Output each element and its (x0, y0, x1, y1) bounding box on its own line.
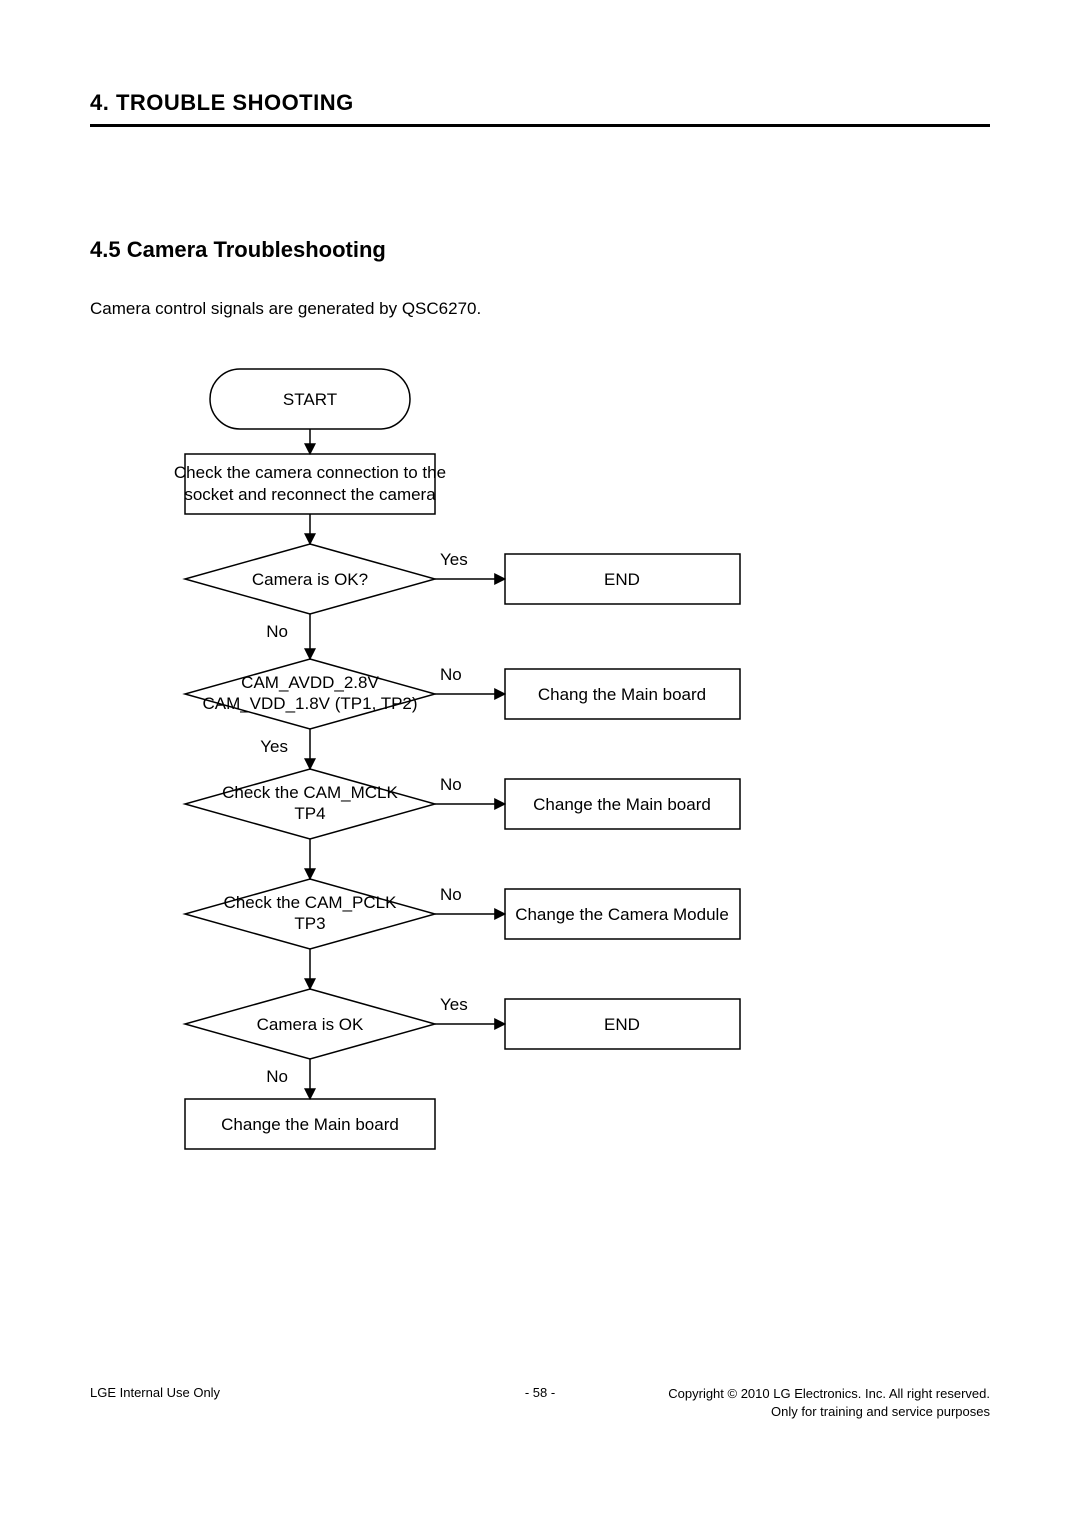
node-camera-ok-q: Camera is OK? (185, 544, 435, 614)
check-connection-l1: Check the camera connection to the (174, 463, 446, 482)
footer-purpose: Only for training and service purposes (771, 1404, 990, 1419)
node-start: START (210, 369, 410, 429)
end-1-label: END (604, 570, 640, 589)
node-mclk: Check the CAM_MCLK TP4 (185, 769, 435, 839)
node-pclk: Check the CAM_PCLK TP3 (185, 879, 435, 949)
camera-ok-label: Camera is OK (257, 1015, 364, 1034)
node-check-connection: Check the camera connection to the socke… (174, 454, 446, 514)
node-chang-main: Chang the Main board (505, 669, 740, 719)
yes-label: Yes (440, 995, 468, 1014)
node-avdd: CAM_AVDD_2.8V CAM_VDD_1.8V (TP1, TP2) (185, 659, 435, 729)
flowchart: START Check the camera connection to the… (90, 359, 850, 1169)
camera-ok-q-label: Camera is OK? (252, 570, 368, 589)
change-cam-module-label: Change the Camera Module (515, 905, 729, 924)
yes-label: Yes (260, 737, 288, 756)
no-label: No (440, 775, 462, 794)
mclk-l2: TP4 (294, 804, 325, 823)
no-label: No (440, 885, 462, 904)
pclk-l1: Check the CAM_PCLK (224, 893, 398, 912)
end-2-label: END (604, 1015, 640, 1034)
chang-main-label: Chang the Main board (538, 685, 706, 704)
intro-text: Camera control signals are generated by … (90, 299, 990, 319)
node-end-2: END (505, 999, 740, 1049)
start-label: START (283, 390, 337, 409)
no-label: No (440, 665, 462, 684)
footer-copyright: Copyright © 2010 LG Electronics. Inc. Al… (668, 1386, 990, 1401)
change-main-1-label: Change the Main board (533, 795, 711, 814)
check-connection-l2: socket and reconnect the camera (184, 485, 436, 504)
node-change-main-1: Change the Main board (505, 779, 740, 829)
yes-label: Yes (440, 550, 468, 569)
no-label: No (266, 622, 288, 641)
avdd-l1: CAM_AVDD_2.8V (241, 673, 379, 692)
mclk-l1: Check the CAM_MCLK (222, 783, 398, 802)
avdd-l2: CAM_VDD_1.8V (TP1, TP2) (202, 694, 417, 713)
chapter-title: 4. TROUBLE SHOOTING (90, 90, 990, 116)
divider (90, 124, 990, 127)
pclk-l2: TP3 (294, 914, 325, 933)
node-camera-ok: Camera is OK (185, 989, 435, 1059)
section-title: 4.5 Camera Troubleshooting (90, 237, 990, 263)
node-end-1: END (505, 554, 740, 604)
change-main-2-label: Change the Main board (221, 1115, 399, 1134)
node-change-main-2: Change the Main board (185, 1099, 435, 1149)
node-change-cam-module: Change the Camera Module (505, 889, 740, 939)
no-label: No (266, 1067, 288, 1086)
